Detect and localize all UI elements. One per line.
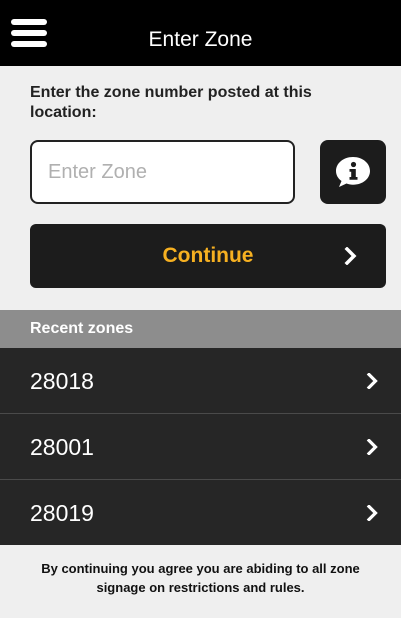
zone-number: 28019 <box>30 500 94 526</box>
terms-notice: By continuing you agree you are abiding … <box>41 561 360 595</box>
zone-number: 28001 <box>30 434 94 460</box>
recent-zone-row[interactable]: 28018 <box>0 348 401 414</box>
zone-input[interactable] <box>30 140 295 204</box>
chevron-right-icon <box>366 439 378 455</box>
recent-zones-header: Recent zones <box>0 310 401 348</box>
recent-zones-title: Recent zones <box>30 320 134 337</box>
continue-label: Continue <box>162 244 254 267</box>
recent-zone-row[interactable]: 28019 <box>0 480 401 545</box>
chevron-right-icon <box>344 247 357 265</box>
recent-zone-row[interactable]: 28001 <box>0 414 401 480</box>
zone-number: 28018 <box>30 368 94 394</box>
chevron-right-icon <box>366 505 378 521</box>
page-title: Enter Zone <box>148 28 253 51</box>
continue-button[interactable]: Continue <box>30 224 386 288</box>
app-header: Enter Zone <box>0 0 401 66</box>
zone-instructions: Enter the zone number posted at this loc… <box>30 84 312 121</box>
chevron-right-icon <box>366 373 378 389</box>
info-button[interactable] <box>320 140 386 204</box>
enter-zone-screen: Enter Zone Enter the zone number posted … <box>0 0 401 618</box>
recent-zones-list: 28018 28001 28019 <box>0 348 401 545</box>
info-speech-bubble-icon <box>336 157 370 187</box>
